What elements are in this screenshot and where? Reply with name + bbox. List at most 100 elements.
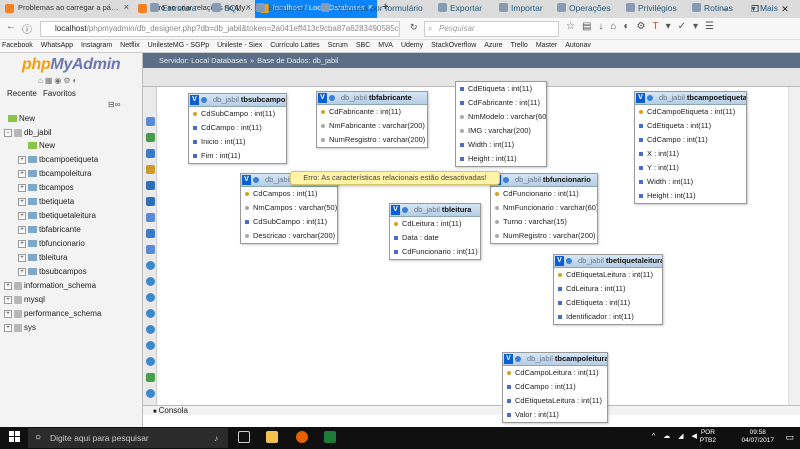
bookmark-trello[interactable]: Trello xyxy=(509,42,528,49)
excel-icon[interactable] xyxy=(324,431,336,443)
designer-tool-icon[interactable] xyxy=(146,149,155,158)
tab-mais[interactable]: ▼ Mais xyxy=(750,3,778,13)
designer-column-row[interactable]: Y : int(11) xyxy=(635,161,746,175)
tab-pesquisar[interactable]: Pesquisar xyxy=(256,3,306,13)
designer-column-row[interactable]: CdCampoLeitura : int(11) xyxy=(503,366,607,380)
browser-tab-1[interactable]: Problemas ao carregar a pá… × xyxy=(0,0,133,18)
toggle-columns-icon[interactable]: V xyxy=(555,256,564,266)
designer-tool-icon[interactable] xyxy=(146,309,155,318)
breadcrumb-database[interactable]: Base de Dados: db_jabil xyxy=(257,56,338,65)
designer-table-header[interactable]: Vdb_jabil tbsubcampos xyxy=(189,94,286,107)
tree-db-sys[interactable]: + sys xyxy=(4,323,36,332)
designer-column-row[interactable]: CdCampos : int(11) xyxy=(241,187,337,201)
designer-column-row[interactable]: Height : int(11) xyxy=(456,152,546,166)
designer-tool-icon[interactable] xyxy=(146,261,155,270)
select-table-icon[interactable] xyxy=(402,207,408,213)
reload-icon[interactable]: ↻ xyxy=(410,22,418,33)
designer-column-row[interactable]: CdSubCampo : int(11) xyxy=(241,215,337,229)
designer-column-row[interactable]: CdFuncionario : int(11) xyxy=(390,245,480,259)
designer-column-row[interactable]: NmFuncionario : varchar(60) xyxy=(491,201,597,215)
select-table-icon[interactable] xyxy=(201,97,207,103)
designer-table-header[interactable]: Vdb_jabil tbleitura xyxy=(390,204,480,217)
designer-column-row[interactable]: CdEtiqueta : int(11) xyxy=(554,296,662,310)
designer-column-row[interactable]: NmCampos : varchar(50) xyxy=(241,201,337,215)
bookmark-stackoverflow[interactable]: StackOverflow xyxy=(429,42,476,49)
bookmark-scrum[interactable]: Scrum xyxy=(326,42,348,49)
tree-table-tbetiquetaleitura[interactable]: + tbetiquetaleitura xyxy=(18,211,96,220)
designer-column-row[interactable]: NumResgistro : varchar(200) xyxy=(317,133,427,147)
select-table-icon[interactable] xyxy=(515,356,521,362)
bookmark-instagram[interactable]: Instagram xyxy=(79,42,112,49)
designer-table-header[interactable]: Vdb_jabil tbcampoetiqueta xyxy=(635,92,746,105)
designer-table-header[interactable]: Vdb_jabil tbetiquetaleitura xyxy=(554,255,662,268)
tree-table-tbcampoleitura[interactable]: + tbcampoleitura xyxy=(18,169,91,178)
designer-table-tbleitura[interactable]: Vdb_jabil tbleitura CdLeitura : int(11) Dat… xyxy=(389,203,481,260)
tab-rotinas[interactable]: Rotinas xyxy=(692,3,733,13)
bookmark-unilestemg[interactable]: UnilesteMG - SGPp xyxy=(146,42,209,49)
designer-tool-icon[interactable] xyxy=(146,293,155,302)
designer-column-row[interactable]: CdEtiqueta : int(11) xyxy=(456,82,546,96)
toggle-columns-icon[interactable]: V xyxy=(391,205,400,215)
console-bar[interactable]: ■ Consola xyxy=(143,405,800,415)
bookmark-udemy[interactable]: Udemy xyxy=(399,42,423,49)
tree-table-tbleitura[interactable]: + tbleitura xyxy=(18,253,67,262)
toggle-columns-icon[interactable]: V xyxy=(318,93,327,103)
bookmark-master[interactable]: Master xyxy=(534,42,557,49)
tree-table-tbcampoetiqueta[interactable]: + tbcampoetiqueta xyxy=(18,155,98,164)
phpmyadmin-logo[interactable]: phpMyAdmin xyxy=(22,56,121,74)
designer-tool-icon[interactable] xyxy=(146,373,155,382)
select-table-icon[interactable] xyxy=(329,95,335,101)
designer-tool-icon[interactable] xyxy=(146,341,155,350)
select-table-icon[interactable] xyxy=(647,95,653,101)
bookmark-facebook[interactable]: Facebook xyxy=(0,42,33,49)
bookmark-unileste-siex[interactable]: Unileste - Siex xyxy=(215,42,262,49)
url-input[interactable]: localhost/phpmyadmin/db_designer.php?db=… xyxy=(40,21,400,37)
designer-tool-icon[interactable] xyxy=(146,197,155,206)
designer-scrollbar[interactable] xyxy=(788,87,800,405)
designer-column-row[interactable]: Valor : int(11) xyxy=(503,408,607,422)
tree-db-information-schema[interactable]: + information_schema xyxy=(4,281,96,290)
designer-table-tbsubcampos[interactable]: Vdb_jabil tbsubcampos CdSubCampo : int(11)… xyxy=(188,93,287,164)
designer-tool-icon[interactable] xyxy=(146,325,155,334)
designer-table-header[interactable]: Vdb_jabiltbfuncionario xyxy=(491,174,597,187)
designer-tool-icon[interactable] xyxy=(146,277,155,286)
designer-tool-icon[interactable] xyxy=(146,357,155,366)
tab-estrutura[interactable]: Estrutura xyxy=(150,3,197,13)
designer-tool-icon[interactable] xyxy=(146,133,155,142)
favorites-tab[interactable]: Favoritos xyxy=(43,89,76,98)
designer-column-row[interactable]: Inicio : int(11) xyxy=(189,135,286,149)
designer-column-row[interactable]: NmFabricante : varchar(200) xyxy=(317,119,427,133)
bookmark-netflix[interactable]: Netflix xyxy=(118,42,139,49)
sidebar-quick-icons[interactable]: ⌂▦◉⚙◐ xyxy=(38,76,79,85)
designer-column-row[interactable]: CdSubCampo : int(11) xyxy=(189,107,286,121)
designer-table-tbfabricante[interactable]: Vdb_jabil tbfabricante CdFabricante : int(… xyxy=(316,91,428,148)
tab-pesquisa-formulario[interactable]: Pesquisa por formulário xyxy=(321,3,423,13)
designer-column-row[interactable]: Descricao : varchar(200) xyxy=(241,229,337,243)
designer-column-row[interactable]: CdEtiquetaLeitura : int(11) xyxy=(554,268,662,282)
designer-tool-icon[interactable] xyxy=(146,181,155,190)
designer-column-row[interactable]: X : int(11) xyxy=(635,147,746,161)
designer-column-row[interactable]: CdCampo : int(11) xyxy=(503,380,607,394)
recent-tab[interactable]: Recente xyxy=(7,89,37,98)
collapse-link-icon[interactable]: ⊟∞ xyxy=(108,100,120,109)
close-tab-icon[interactable]: × xyxy=(124,2,129,12)
designer-tool-icon[interactable] xyxy=(146,229,155,238)
designer-column-row[interactable]: CdCampo : int(11) xyxy=(635,133,746,147)
tree-table-tbsubcampos[interactable]: + tbsubcampos xyxy=(18,267,87,276)
designer-column-row[interactable]: CdLeitura : int(11) xyxy=(390,217,480,231)
designer-table-tbcampoleitura[interactable]: Vdb_jabil tbcampoleitura CdCampoLeitura : … xyxy=(502,352,608,423)
firefox-icon[interactable] xyxy=(296,431,308,443)
collapse-icon[interactable]: − xyxy=(4,128,12,137)
info-icon[interactable]: ⓘ xyxy=(22,21,32,36)
designer-table-header[interactable]: Vdb_jabil tbcampoleitura xyxy=(503,353,607,366)
designer-column-row[interactable]: CdEtiqueta : int(11) xyxy=(635,119,746,133)
tree-db-jabil[interactable]: − db_jabil xyxy=(4,128,52,137)
designer-column-row[interactable]: CdLeitura : int(11) xyxy=(554,282,662,296)
designer-tool-icon[interactable] xyxy=(146,165,155,174)
bookmark-autonav[interactable]: Autonav xyxy=(563,42,591,49)
select-table-icon[interactable] xyxy=(253,177,259,183)
tree-table-tbfuncionario[interactable]: + tbfuncionario xyxy=(18,239,85,248)
toggle-columns-icon[interactable]: V xyxy=(504,354,513,364)
tab-importar[interactable]: Importar xyxy=(499,3,543,13)
designer-table-tbfuncionario[interactable]: Vdb_jabiltbfuncionarioCdFuncionario : in… xyxy=(490,173,598,244)
